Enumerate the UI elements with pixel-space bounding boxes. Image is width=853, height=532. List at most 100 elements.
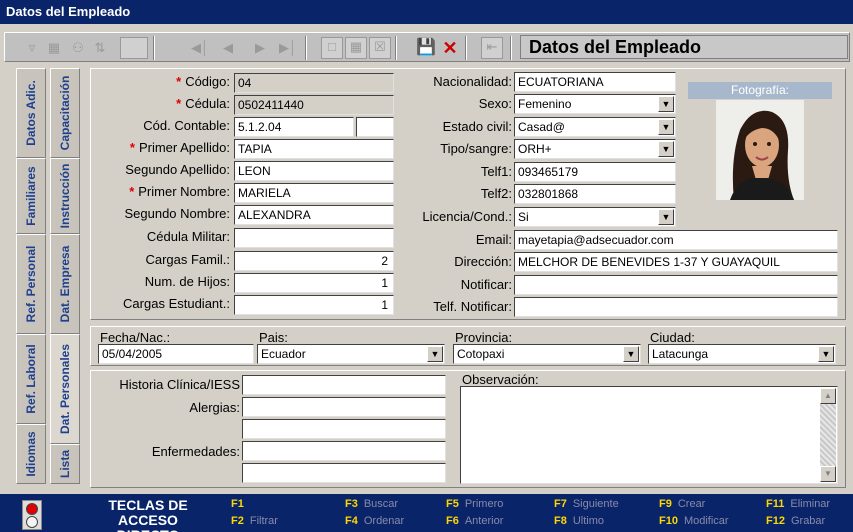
chevron-down-icon[interactable]: ▼ bbox=[427, 346, 443, 362]
key-f5: F5 Primero bbox=[446, 498, 504, 510]
scrollbar[interactable]: ▲ ▼ bbox=[820, 388, 836, 482]
key-f3: F3 Buscar bbox=[345, 498, 399, 510]
blank-button[interactable] bbox=[120, 37, 148, 59]
tab-familiares[interactable]: Familiares bbox=[16, 158, 46, 234]
primer-apellido-label: * Primer Apellido: bbox=[129, 140, 230, 155]
key-f8: F8 Ultimo bbox=[554, 515, 605, 527]
traffic-light-icon bbox=[22, 500, 42, 530]
segundo-nombre-label: Segundo Nombre: bbox=[124, 206, 230, 221]
form-header-title: Datos del Empleado bbox=[520, 35, 848, 59]
historia-clinica-field[interactable] bbox=[242, 375, 446, 395]
codigo-field[interactable]: 04 bbox=[234, 73, 394, 93]
enfermedades-field-2[interactable] bbox=[242, 463, 446, 483]
delete-document-icon[interactable]: ☒ bbox=[369, 37, 391, 59]
edit-document-icon[interactable]: ▦ bbox=[345, 37, 367, 59]
key-f1: F1 bbox=[231, 498, 244, 510]
enfermedades-field[interactable] bbox=[242, 441, 446, 461]
search-icon[interactable]: ⚇ bbox=[67, 37, 89, 59]
shortcut-bar: TECLAS DE ACCESO DIRECTO F1 F2Filtrar F3… bbox=[0, 494, 853, 532]
licencia-select[interactable]: Si ▼ bbox=[514, 207, 676, 227]
employee-photo[interactable] bbox=[716, 100, 804, 200]
key-f6: F6 Anterior bbox=[446, 515, 504, 527]
cedula-label: * Cédula: bbox=[176, 96, 230, 111]
fecha-nac-label: Fecha/Nac.: bbox=[100, 330, 171, 345]
num-hijos-field[interactable]: 1 bbox=[234, 273, 394, 293]
estado-civil-label: Estado civil: bbox=[442, 119, 512, 134]
estado-civil-select[interactable]: Casad@ ▼ bbox=[514, 117, 676, 137]
save-icon[interactable]: 💾 bbox=[415, 37, 437, 59]
licencia-label: Licencia/Cond.: bbox=[422, 209, 512, 224]
window-title: Datos del Empleado bbox=[0, 0, 853, 24]
chevron-down-icon[interactable]: ▼ bbox=[623, 346, 639, 362]
cancel-icon[interactable]: ✕ bbox=[439, 37, 461, 59]
ciudad-select[interactable]: Latacunga ▼ bbox=[648, 344, 836, 364]
pais-label: Pais: bbox=[259, 330, 288, 345]
segundo-apellido-label: Segundo Apellido: bbox=[125, 162, 230, 177]
nacionalidad-field[interactable]: ECUATORIANA bbox=[514, 72, 676, 92]
chevron-down-icon[interactable]: ▼ bbox=[658, 209, 674, 225]
fecha-nac-field[interactable]: 05/04/2005 bbox=[98, 344, 254, 364]
pais-select[interactable]: Ecuador ▼ bbox=[257, 344, 445, 364]
sort-icon[interactable]: ⇅ bbox=[89, 37, 111, 59]
cod-contable-extra-field[interactable] bbox=[356, 117, 394, 137]
observacion-label: Observación: bbox=[462, 372, 539, 387]
codigo-label: * Código: bbox=[176, 74, 230, 89]
tab-dat-personales[interactable]: Dat. Personales bbox=[50, 334, 80, 444]
tab-dat-empresa[interactable]: Dat. Empresa bbox=[50, 234, 80, 334]
segundo-apellido-field[interactable]: LEON bbox=[234, 161, 394, 181]
telf1-label: Telf1: bbox=[480, 164, 512, 179]
toolbar: ▿ ▦ ⚇ ⇅ ◀│ ◀ ▶ ▶│ □ ▦ ☒ 💾 ✕ ⇤ Datos del … bbox=[4, 32, 850, 62]
cargas-estudiant-label: Cargas Estudiant.: bbox=[123, 296, 230, 311]
edit-icon[interactable]: ▦ bbox=[43, 37, 65, 59]
tab-ref-personal[interactable]: Ref. Personal bbox=[16, 234, 46, 334]
last-record-icon[interactable]: ▶│ bbox=[277, 37, 299, 59]
tab-instruccion[interactable]: Instrucción bbox=[50, 158, 80, 234]
tipo-sangre-select[interactable]: ORH+ ▼ bbox=[514, 139, 676, 159]
tab-ref-laboral[interactable]: Ref. Laboral bbox=[16, 334, 46, 424]
alergias-field[interactable] bbox=[242, 397, 446, 417]
direccion-label: Dirección: bbox=[454, 254, 512, 269]
filter-icon[interactable]: ▿ bbox=[21, 37, 43, 59]
cargas-famil-field[interactable]: 2 bbox=[234, 251, 394, 271]
next-record-icon[interactable]: ▶ bbox=[249, 37, 271, 59]
telf-notificar-field[interactable] bbox=[514, 297, 838, 317]
tab-datos-adic[interactable]: Datos Adic. bbox=[16, 68, 46, 158]
scroll-down-icon[interactable]: ▼ bbox=[820, 466, 836, 482]
new-document-icon[interactable]: □ bbox=[321, 37, 343, 59]
key-f11: F11 Eliminar bbox=[766, 498, 831, 510]
direccion-field[interactable]: MELCHOR DE BENEVIDES 1-37 Y GUAYAQUIL bbox=[514, 252, 838, 272]
tab-capacitacion[interactable]: Capacitación bbox=[50, 68, 80, 158]
tab-idiomas[interactable]: Idiomas bbox=[16, 424, 46, 484]
cod-contable-label: Cód. Contable: bbox=[143, 118, 230, 133]
provincia-select[interactable]: Cotopaxi ▼ bbox=[453, 344, 641, 364]
chevron-down-icon[interactable]: ▼ bbox=[658, 96, 674, 112]
sexo-select[interactable]: Femenino ▼ bbox=[514, 94, 676, 114]
cod-contable-field[interactable]: 5.1.2.04 bbox=[234, 117, 354, 137]
primer-nombre-field[interactable]: MARIELA bbox=[234, 183, 394, 203]
chevron-down-icon[interactable]: ▼ bbox=[658, 141, 674, 157]
primer-apellido-field[interactable]: TAPIA bbox=[234, 139, 394, 159]
telf1-field[interactable]: 093465179 bbox=[514, 162, 676, 182]
key-f7: F7 Siguiente bbox=[554, 498, 619, 510]
chevron-down-icon[interactable]: ▼ bbox=[658, 119, 674, 135]
cargas-famil-label: Cargas Famil.: bbox=[145, 252, 230, 267]
scroll-up-icon[interactable]: ▲ bbox=[820, 388, 836, 404]
chevron-down-icon[interactable]: ▼ bbox=[818, 346, 834, 362]
observacion-textarea[interactable]: ▲ ▼ bbox=[460, 386, 838, 484]
key-f4: F4 Ordenar bbox=[345, 515, 405, 527]
cedula-militar-field[interactable] bbox=[234, 228, 394, 248]
email-label: Email: bbox=[475, 232, 512, 247]
tipo-sangre-label: Tipo/sangre: bbox=[440, 141, 512, 156]
first-record-icon[interactable]: ◀│ bbox=[189, 37, 211, 59]
prev-record-icon[interactable]: ◀ bbox=[217, 37, 239, 59]
exit-icon[interactable]: ⇤ bbox=[481, 37, 503, 59]
email-field[interactable]: mayetapia@adsecuador.com bbox=[514, 230, 838, 250]
telf2-field[interactable]: 032801868 bbox=[514, 184, 676, 204]
cedula-field[interactable]: 0502411440 bbox=[234, 95, 394, 115]
ciudad-label: Ciudad: bbox=[650, 330, 695, 345]
cargas-estudiant-field[interactable]: 1 bbox=[234, 295, 394, 315]
notificar-field[interactable] bbox=[514, 275, 838, 295]
alergias-field-2[interactable] bbox=[242, 419, 446, 439]
segundo-nombre-field[interactable]: ALEXANDRA bbox=[234, 205, 394, 225]
tab-lista[interactable]: Lista bbox=[50, 444, 80, 484]
